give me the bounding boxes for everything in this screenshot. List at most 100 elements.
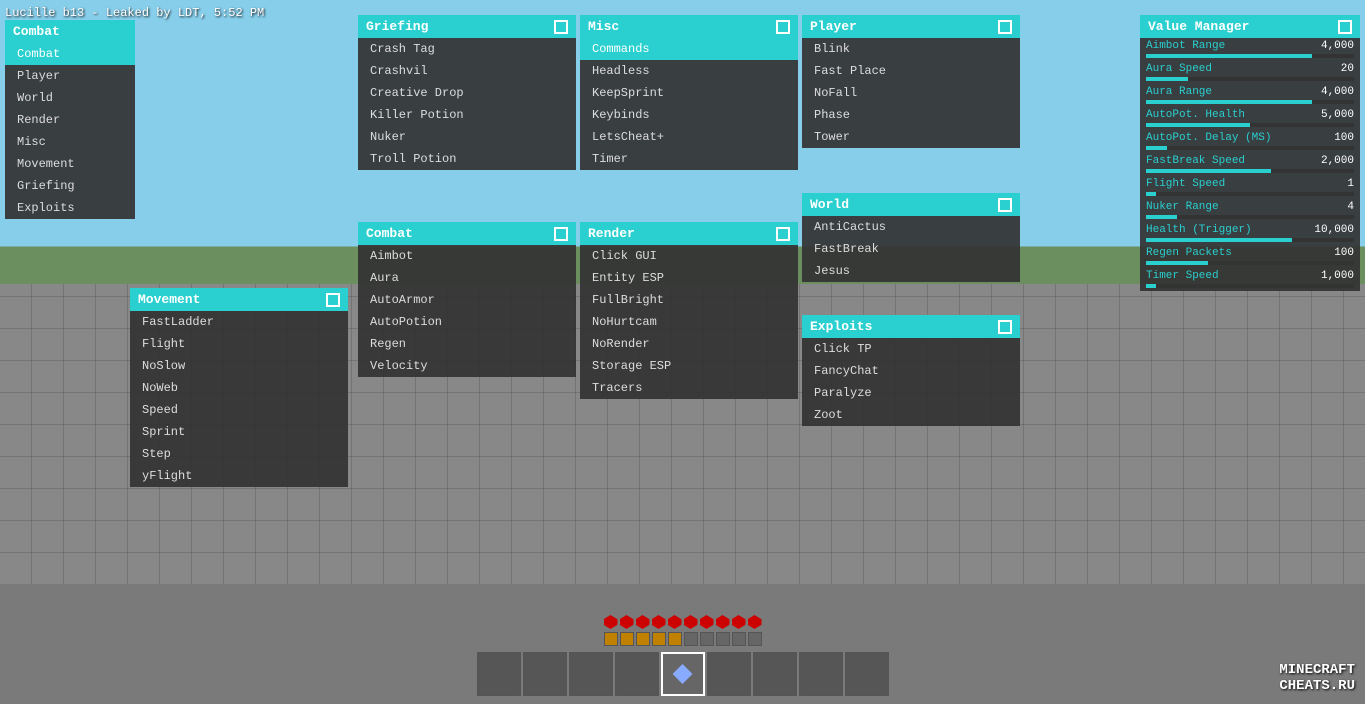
value-bar-wrap[interactable] (1140, 169, 1360, 176)
item-crashvil[interactable]: Crashvil (358, 60, 576, 82)
item-autoarmor[interactable]: AutoArmor (358, 289, 576, 311)
item-flight[interactable]: Flight (130, 333, 348, 355)
item-headless[interactable]: Headless (580, 60, 798, 82)
hotbar-slot[interactable] (799, 652, 843, 696)
misc-header: Misc (580, 15, 798, 38)
value-row: Aimbot Range 4,000 (1140, 38, 1360, 54)
value-number: 4,000 (1314, 40, 1354, 52)
menu-item-player[interactable]: Player (5, 65, 135, 87)
menu-item-world[interactable]: World (5, 87, 135, 109)
app-time: 5:52 PM (214, 6, 264, 20)
value-label: FastBreak Speed (1146, 155, 1310, 167)
menu-item-misc[interactable]: Misc (5, 131, 135, 153)
item-fastladder[interactable]: FastLadder (130, 311, 348, 333)
item-yflight[interactable]: yFlight (130, 465, 348, 487)
value-number: 2,000 (1314, 155, 1354, 167)
menu-item-exploits[interactable]: Exploits (5, 197, 135, 219)
value-bar-wrap[interactable] (1140, 146, 1360, 153)
item-nuker[interactable]: Nuker (358, 126, 576, 148)
toggle-checkbox[interactable] (998, 320, 1012, 334)
item-click-tp[interactable]: Click TP (802, 338, 1020, 360)
value-bar-bg (1146, 169, 1354, 173)
item-keybinds[interactable]: Keybinds (580, 104, 798, 126)
item-storage-esp[interactable]: Storage ESP (580, 355, 798, 377)
item-tower[interactable]: Tower (802, 126, 1020, 148)
item-speed[interactable]: Speed (130, 399, 348, 421)
item-killer-potion[interactable]: Killer Potion (358, 104, 576, 126)
value-bar-wrap[interactable] (1140, 123, 1360, 130)
toggle-checkbox[interactable] (554, 20, 568, 34)
item-step[interactable]: Step (130, 443, 348, 465)
value-row: AutoPot. Health5,000 (1140, 107, 1360, 123)
item-nohurtcam[interactable]: NoHurtcam (580, 311, 798, 333)
value-bar-wrap[interactable] (1140, 284, 1360, 291)
value-row: Regen Packets100 (1140, 245, 1360, 261)
value-manager-panel: Value ManagerAimbot Range4,000Aura Speed… (1140, 15, 1360, 291)
item-noslow[interactable]: NoSlow (130, 355, 348, 377)
value-bar-wrap[interactable] (1140, 192, 1360, 199)
item-aimbot[interactable]: Aimbot (358, 245, 576, 267)
item-fancychat[interactable]: FancyChat (802, 360, 1020, 382)
hotbar-slot[interactable] (615, 652, 659, 696)
item-jesus[interactable]: Jesus (802, 260, 1020, 282)
item-anticactus[interactable]: AntiCactus (802, 216, 1020, 238)
item-crash-tag[interactable]: Crash Tag (358, 38, 576, 60)
value-row: FastBreak Speed 2,000 (1140, 153, 1360, 169)
value-bar-fill (1146, 192, 1156, 196)
value-number: 1,000 (1314, 270, 1354, 282)
hotbar-slot[interactable] (753, 652, 797, 696)
item-timer[interactable]: Timer (580, 148, 798, 170)
hotbar-slot[interactable] (845, 652, 889, 696)
item-noweb[interactable]: NoWeb (130, 377, 348, 399)
item-keepsprint[interactable]: KeepSprint (580, 82, 798, 104)
value-bar-bg (1146, 123, 1354, 127)
hotbar-slot[interactable] (661, 652, 705, 696)
item-autopotion[interactable]: AutoPotion (358, 311, 576, 333)
toggle-checkbox[interactable] (998, 20, 1012, 34)
item-tracers[interactable]: Tracers (580, 377, 798, 399)
item-fullbright[interactable]: FullBright (580, 289, 798, 311)
item-regen[interactable]: Regen (358, 333, 576, 355)
menu-item-render[interactable]: Render (5, 109, 135, 131)
value-bar-wrap[interactable] (1140, 238, 1360, 245)
item-paralyze[interactable]: Paralyze (802, 382, 1020, 404)
item-fastbreak[interactable]: FastBreak (802, 238, 1020, 260)
toggle-checkbox[interactable] (554, 227, 568, 241)
item-aura[interactable]: Aura (358, 267, 576, 289)
toggle-checkbox[interactable] (326, 293, 340, 307)
hotbar-slot[interactable] (569, 652, 613, 696)
hotbar-slot[interactable] (707, 652, 751, 696)
item-blink[interactable]: Blink (802, 38, 1020, 60)
hotbar-slot[interactable] (523, 652, 567, 696)
toggle-checkbox[interactable] (776, 20, 790, 34)
item-troll-potion[interactable]: Troll Potion (358, 148, 576, 170)
value-bar-wrap[interactable] (1140, 77, 1360, 84)
value-label: Aimbot Range (1146, 40, 1310, 52)
value-bar-wrap[interactable] (1140, 215, 1360, 222)
toggle-checkbox[interactable] (998, 198, 1012, 212)
item-velocity[interactable]: Velocity (358, 355, 576, 377)
toggle-checkbox[interactable] (776, 227, 790, 241)
item-letscheat-[interactable]: LetsCheat+ (580, 126, 798, 148)
item-creative-drop[interactable]: Creative Drop (358, 82, 576, 104)
item-sprint[interactable]: Sprint (130, 421, 348, 443)
value-bar-wrap[interactable] (1140, 54, 1360, 61)
value-bar-wrap[interactable] (1140, 100, 1360, 107)
main-menu-panel: CombatCombatPlayerWorldRenderMiscMovemen… (5, 20, 135, 219)
value-manager-toggle[interactable] (1338, 20, 1352, 34)
item-entity-esp[interactable]: Entity ESP (580, 267, 798, 289)
item-commands[interactable]: Commands (580, 38, 798, 60)
item-fast-place[interactable]: Fast Place (802, 60, 1020, 82)
item-phase[interactable]: Phase (802, 104, 1020, 126)
item-zoot[interactable]: Zoot (802, 404, 1020, 426)
value-bar-wrap[interactable] (1140, 261, 1360, 268)
item-norender[interactable]: NoRender (580, 333, 798, 355)
item-click-gui[interactable]: Click GUI (580, 245, 798, 267)
value-number: 100 (1314, 132, 1354, 144)
value-manager-header: Value Manager (1140, 15, 1360, 38)
item-nofall[interactable]: NoFall (802, 82, 1020, 104)
menu-item-movement[interactable]: Movement (5, 153, 135, 175)
menu-item-griefing[interactable]: Griefing (5, 175, 135, 197)
menu-item-combat[interactable]: Combat (5, 43, 135, 65)
hotbar-slot[interactable] (477, 652, 521, 696)
